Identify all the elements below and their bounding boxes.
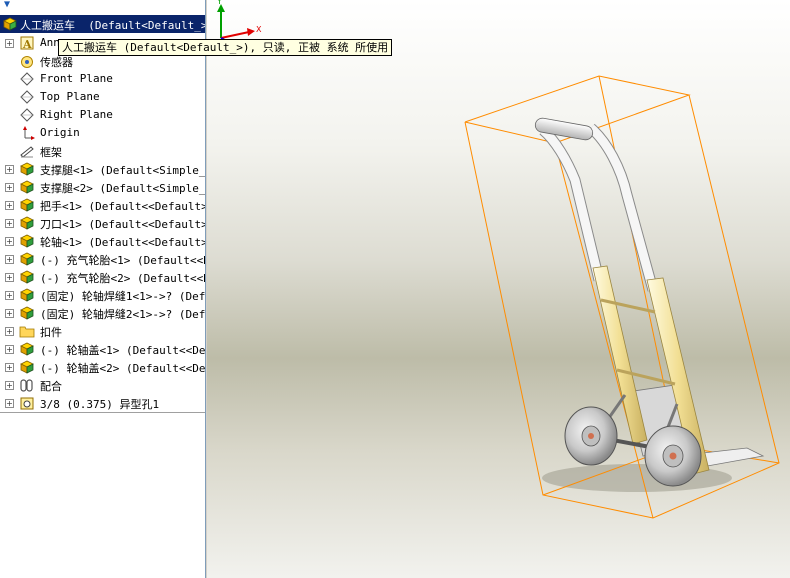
tree-item-label: Front Plane bbox=[40, 72, 113, 85]
tree-item-label: (-) 轮轴盖<1> (Default<<Def bbox=[40, 344, 206, 357]
expand-toggle[interactable]: + bbox=[5, 183, 14, 192]
expand-toggle[interactable]: + bbox=[5, 399, 14, 408]
tire-right bbox=[644, 425, 702, 487]
tree-item[interactable]: + 支撑腿<1> (Default<Simple_D: bbox=[0, 160, 205, 178]
plane-icon bbox=[20, 90, 34, 104]
tree-item-label: (固定) 轮轴焊缝1<1>->? (Def bbox=[40, 290, 206, 303]
part-icon bbox=[20, 198, 34, 212]
part-icon bbox=[20, 360, 34, 374]
tree-item[interactable]: + (-) 充气轮胎<2> (Default<<De bbox=[0, 268, 205, 286]
expand-toggle[interactable]: + bbox=[5, 39, 14, 48]
tree-item-label: 扣件 bbox=[40, 326, 62, 339]
tree-item[interactable]: + 把手<1> (Default<<Default>_ bbox=[0, 196, 205, 214]
part-icon bbox=[20, 216, 34, 230]
tree-item[interactable]: +3/8 (0.375) 异型孔1 bbox=[0, 394, 205, 412]
tree-item[interactable]: 框架 bbox=[0, 142, 205, 160]
plane-icon bbox=[20, 72, 34, 86]
tree-item-label: 框架 bbox=[40, 146, 62, 159]
tree-item[interactable]: Right Plane bbox=[0, 106, 205, 124]
tree-item-label: Right Plane bbox=[40, 108, 113, 121]
sketch-icon bbox=[20, 146, 34, 158]
expand-toggle[interactable]: + bbox=[5, 255, 14, 264]
tree-item[interactable]: + (-) 轮轴盖<2> (Default<<Def bbox=[0, 358, 205, 376]
expand-toggle[interactable]: + bbox=[5, 201, 14, 210]
tree-item[interactable]: + 轮轴<1> (Default<<Default>_ bbox=[0, 232, 205, 250]
tree-item[interactable]: Top Plane bbox=[0, 88, 205, 106]
tree-item-label: 传感器 bbox=[40, 56, 73, 69]
tree-item[interactable]: + (固定) 轮轴焊缝2<1>->? (Def bbox=[0, 304, 205, 322]
triad-x-axis bbox=[220, 31, 250, 39]
part-icon bbox=[20, 306, 34, 320]
tree-item[interactable]: + 刀口<1> (Default<<Default>_ bbox=[0, 214, 205, 232]
expand-toggle[interactable]: + bbox=[5, 345, 14, 354]
tree-item-label: 轮轴<1> (Default<<Default>_ bbox=[40, 236, 206, 249]
triad-y-label: Y bbox=[216, 0, 222, 6]
tree-item-label: 刀口<1> (Default<<Default>_ bbox=[40, 218, 206, 231]
tree-item-label: Ann bbox=[40, 36, 60, 49]
expand-toggle[interactable]: + bbox=[5, 219, 14, 228]
expand-toggle[interactable]: + bbox=[5, 327, 14, 336]
part-icon bbox=[20, 270, 34, 284]
tree-item[interactable]: + (-) 轮轴盖<1> (Default<<Def bbox=[0, 340, 205, 358]
tree-item[interactable]: + 配合 bbox=[0, 376, 205, 394]
feature-manager-tree[interactable]: ▼ 人工搬运车 (Default<Default_> + A Ann 传感器 Front… bbox=[0, 0, 206, 578]
graphics-viewport[interactable]: Y X Z bbox=[207, 0, 790, 578]
tree-divider bbox=[0, 412, 205, 413]
expand-toggle[interactable]: + bbox=[5, 291, 14, 300]
expand-toggle[interactable]: + bbox=[5, 237, 14, 246]
mates-icon bbox=[20, 379, 33, 392]
part-icon bbox=[20, 180, 34, 194]
tree-item-label: 配合 bbox=[40, 380, 62, 393]
folder-icon bbox=[19, 326, 35, 338]
part-icon bbox=[20, 162, 34, 176]
tree-item-label: 把手<1> (Default<<Default>_ bbox=[40, 200, 206, 213]
filter-bar: ▼ bbox=[0, 0, 205, 12]
origin-icon bbox=[23, 126, 35, 140]
tree-item-label: 支撑腿<2> (Default<Simple_D: bbox=[40, 182, 206, 195]
tire-left bbox=[564, 406, 618, 466]
tree-item-label: (固定) 轮轴焊缝2<1>->? (Def bbox=[40, 308, 206, 321]
tree-item-label: 3/8 (0.375) 异型孔1 bbox=[40, 398, 160, 411]
tree-item[interactable]: Front Plane bbox=[0, 70, 205, 88]
part-icon bbox=[20, 252, 34, 266]
expand-toggle[interactable]: + bbox=[5, 165, 14, 174]
expand-toggle[interactable]: + bbox=[5, 363, 14, 372]
expand-toggle[interactable]: + bbox=[5, 273, 14, 282]
tree-item[interactable]: + (固定) 轮轴焊缝1<1>->? (Def bbox=[0, 286, 205, 304]
tree-item-label: 支撑腿<1> (Default<Simple_D: bbox=[40, 164, 206, 177]
tree-item[interactable]: + 支撑腿<2> (Default<Simple_D: bbox=[0, 178, 205, 196]
tree-item[interactable]: + (-) 充气轮胎<1> (Default<<De bbox=[0, 250, 205, 268]
root-assembly-label: 人工搬运车 (Default<Default_> bbox=[20, 19, 206, 32]
hand-truck-model[interactable] bbox=[207, 0, 790, 578]
part-icon bbox=[20, 342, 34, 356]
assembly-icon bbox=[3, 17, 17, 31]
plane-icon bbox=[20, 108, 34, 122]
tree-item-label: (-) 充气轮胎<1> (Default<<De bbox=[40, 254, 206, 267]
tree-item[interactable]: Origin bbox=[0, 124, 205, 142]
sensor-icon bbox=[21, 56, 33, 68]
part-icon bbox=[20, 288, 34, 302]
expand-toggle[interactable]: + bbox=[5, 309, 14, 318]
filter-icon[interactable]: ▼ bbox=[4, 0, 10, 10]
tree-item-label: Origin bbox=[40, 126, 80, 139]
part-icon bbox=[20, 234, 34, 248]
tooltip: 人工搬运车 (Default<Default_>), 只读, 正被 系统 所使用 bbox=[58, 39, 393, 56]
annotation-icon: A bbox=[20, 36, 34, 51]
triad-x-label: X bbox=[256, 25, 262, 34]
tree-item-label: Top Plane bbox=[40, 90, 100, 103]
tree-root-assembly[interactable]: 人工搬运车 (Default<Default_> bbox=[0, 15, 205, 33]
svg-text:A: A bbox=[22, 38, 32, 51]
tree-item-label: (-) 充气轮胎<2> (Default<<De bbox=[40, 272, 206, 285]
hole-icon bbox=[20, 397, 34, 410]
expand-toggle[interactable]: + bbox=[5, 381, 14, 390]
tree-item-label: (-) 轮轴盖<2> (Default<<Def bbox=[40, 362, 206, 375]
tree-item[interactable]: + 扣件 bbox=[0, 322, 205, 340]
